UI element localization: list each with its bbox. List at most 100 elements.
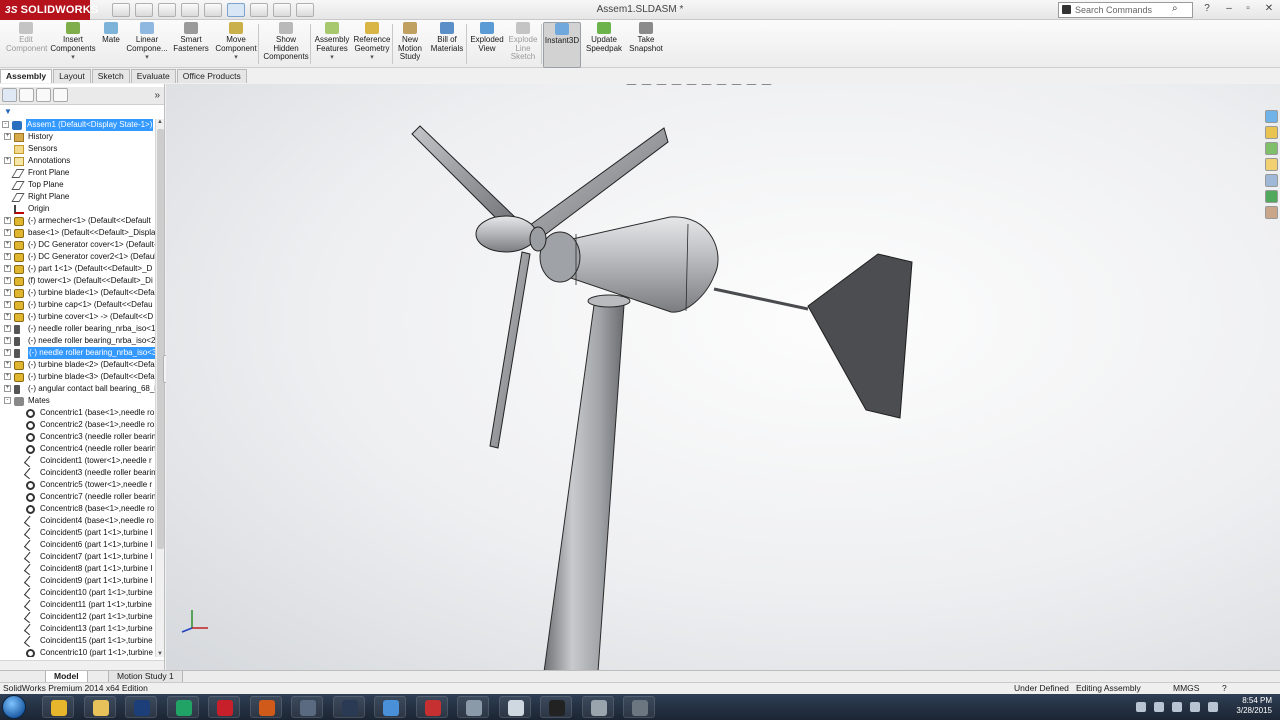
tree-item[interactable]: + (f) tower<1> (Default<<Default>_Di xyxy=(0,275,155,287)
insert-components-button[interactable]: Insert Components ▾ xyxy=(48,22,98,68)
wind-turbine-model[interactable] xyxy=(166,84,1280,670)
start-button-icon[interactable] xyxy=(2,695,26,719)
tree-item[interactable]: Concentric1 (base<1>,needle ro xyxy=(0,407,155,419)
update-speedpak-button[interactable]: Update Speedpak xyxy=(584,22,624,68)
save-icon[interactable] xyxy=(158,3,176,17)
tree-item[interactable]: + (-) DC Generator cover<1> (Default- xyxy=(0,239,155,251)
tree-item[interactable]: Coincident9 (part 1<1>,turbine I xyxy=(0,575,155,587)
tree-expand-icon[interactable]: - xyxy=(2,121,9,128)
tree-item[interactable]: + History xyxy=(0,131,155,143)
tree-item[interactable]: Coincident5 (part 1<1>,turbine I xyxy=(0,527,155,539)
taskbar-popcorn-icon[interactable] xyxy=(415,696,448,718)
tree-expand-icon[interactable]: + xyxy=(4,289,11,296)
taskbar-photoshop-icon[interactable] xyxy=(125,696,157,718)
tree-item[interactable]: Coincident1 (tower<1>,needle r xyxy=(0,455,155,467)
undo-icon[interactable] xyxy=(204,3,222,17)
tree-item[interactable]: Coincident8 (part 1<1>,turbine I xyxy=(0,563,155,575)
view-palette-icon[interactable] xyxy=(1265,174,1278,187)
tree-expand-icon[interactable]: + xyxy=(4,229,11,236)
explode-line-sketch-button[interactable]: Explode Line Sketch xyxy=(506,22,540,68)
taskbar-solidworks-icon[interactable] xyxy=(208,696,240,718)
tree-item[interactable]: Coincident11 (part 1<1>,turbine xyxy=(0,599,155,611)
tree-item[interactable]: + (-) DC Generator cover2<1> (Defaul xyxy=(0,251,155,263)
tree-expand-icon[interactable]: + xyxy=(4,361,11,368)
reference-geometry-button[interactable]: Reference Geometry ▾ xyxy=(352,22,392,68)
taskbar-qbittorrent-icon[interactable] xyxy=(374,696,406,718)
tray-power-icon[interactable] xyxy=(1208,702,1218,712)
dropdown-arrow-icon[interactable]: ▾ xyxy=(352,54,392,63)
show-hidden-components-button[interactable]: Show Hidden Components xyxy=(260,22,312,68)
options-icon[interactable] xyxy=(296,3,314,17)
custom-properties-icon[interactable] xyxy=(1265,206,1278,219)
tree-item[interactable]: + Annotations xyxy=(0,155,155,167)
tree-item[interactable]: + (-) turbine blade<1> (Default<<Defa xyxy=(0,287,155,299)
take-snapshot-button[interactable]: Take Snapshot xyxy=(626,22,666,68)
tree-item[interactable]: + (-) turbine blade<2> (Default<<Defa xyxy=(0,359,155,371)
tree-vertical-scrollbar[interactable]: ▲ ▼ xyxy=(155,119,164,657)
taskbar-obs-icon[interactable] xyxy=(291,696,323,718)
tree-item[interactable]: Coincident6 (part 1<1>,turbine I xyxy=(0,539,155,551)
dropdown-arrow-icon[interactable]: ▾ xyxy=(312,54,352,63)
tree-item[interactable]: Top Plane xyxy=(0,179,155,191)
edit-component-button[interactable]: Edit Component xyxy=(6,22,47,68)
search-icon[interactable]: ⌕ xyxy=(1172,3,1178,14)
taskbar-clock[interactable]: 8:54 PM 3/28/2015 xyxy=(1228,696,1272,716)
smart-fasteners-button[interactable]: Smart Fasteners xyxy=(170,22,212,68)
open-icon[interactable] xyxy=(135,3,153,17)
tree-item[interactable]: Concentric2 (base<1>,needle ro xyxy=(0,419,155,431)
tree-item[interactable]: + (-) needle roller bearing_nrba_iso<1: xyxy=(0,323,155,335)
scroll-down-icon[interactable]: ▼ xyxy=(157,651,163,657)
move-component-button[interactable]: Move Component ▾ xyxy=(213,22,259,68)
print-icon[interactable] xyxy=(181,3,199,17)
tree-expand-icon[interactable]: + xyxy=(4,241,11,248)
appearances-icon[interactable] xyxy=(1265,190,1278,203)
tree-expand-icon[interactable]: + xyxy=(4,217,11,224)
tree-expand-icon[interactable]: + xyxy=(4,385,11,392)
tree-item[interactable]: Coincident12 (part 1<1>,turbine xyxy=(0,611,155,623)
help-status-icon[interactable]: ? xyxy=(1222,683,1227,694)
solidworks-logo[interactable]: 3S SOLIDWORKS xyxy=(0,0,98,20)
tree-expand-icon[interactable]: + xyxy=(4,265,11,272)
linear-component-button[interactable]: Linear Compone... ▾ xyxy=(125,22,169,68)
taskbar-steam-icon[interactable] xyxy=(332,696,365,718)
tree-expand-icon[interactable]: + xyxy=(4,349,11,356)
taskbar-excel-icon[interactable] xyxy=(498,696,531,718)
new-document-icon[interactable] xyxy=(112,3,130,17)
tree-item[interactable]: + (-) turbine cap<1> (Default<<Defau xyxy=(0,299,155,311)
restore-button[interactable]: ▫ xyxy=(1241,2,1255,16)
dropdown-arrow-icon[interactable]: ▾ xyxy=(48,54,98,63)
tree-expand-icon[interactable]: + xyxy=(4,313,11,320)
tree-item[interactable]: Coincident7 (part 1<1>,turbine I xyxy=(0,551,155,563)
taskbar-file-explorer-icon[interactable] xyxy=(83,696,116,718)
tree-item[interactable]: + (-) needle roller bearing_nrba_iso<2: xyxy=(0,335,155,347)
design-library-icon[interactable] xyxy=(1265,126,1278,139)
units-selector[interactable]: MMGS xyxy=(1173,683,1199,694)
tree-item[interactable]: + (-) armecher<1> (Default<<Default xyxy=(0,215,155,227)
scroll-thumb[interactable] xyxy=(157,129,164,549)
tree-item[interactable]: + (-) needle roller bearing_nrba_iso<3 xyxy=(0,347,155,359)
tree-item[interactable]: Sensors xyxy=(0,143,155,155)
tab-evaluate[interactable]: Evaluate xyxy=(130,69,176,83)
tree-item[interactable]: Coincident4 (base<1>,needle ro xyxy=(0,515,155,527)
tree-item[interactable]: Coincident10 (part 1<1>,turbine xyxy=(0,587,155,599)
tree-item[interactable]: Coincident15 (part 1<1>,turbine xyxy=(0,635,155,647)
tree-item[interactable]: Concentric3 (needle roller bearin xyxy=(0,431,155,443)
tree-item[interactable]: Concentric8 (base<1>,needle ro xyxy=(0,503,155,515)
tab-sketch[interactable]: Sketch xyxy=(91,69,130,83)
expand-panel-icon[interactable]: » xyxy=(154,90,160,101)
tree-expand-icon[interactable]: + xyxy=(4,373,11,380)
minimize-button[interactable]: – xyxy=(1222,2,1236,16)
taskbar-pycharm-icon[interactable] xyxy=(166,696,199,718)
select-icon[interactable] xyxy=(227,3,245,17)
file-properties-icon[interactable] xyxy=(273,3,291,17)
bill-of-materials-button[interactable]: Bill of Materials xyxy=(428,22,466,68)
solidworks-resources-icon[interactable] xyxy=(1265,110,1278,123)
tree-item[interactable]: - Assem1 (Default<Display State-1>) xyxy=(0,119,155,131)
filter-icon[interactable]: ▼ xyxy=(4,107,18,117)
tree-horizontal-scrollbar[interactable] xyxy=(0,660,164,670)
taskbar-video-editor-icon[interactable] xyxy=(540,696,572,718)
close-button[interactable]: ✕ xyxy=(1262,2,1276,16)
taskbar-calculator-icon[interactable] xyxy=(457,696,489,718)
tree-item[interactable]: + (-) turbine cover<1> -> (Default<<D xyxy=(0,311,155,323)
tree-expand-icon[interactable]: - xyxy=(4,397,11,404)
